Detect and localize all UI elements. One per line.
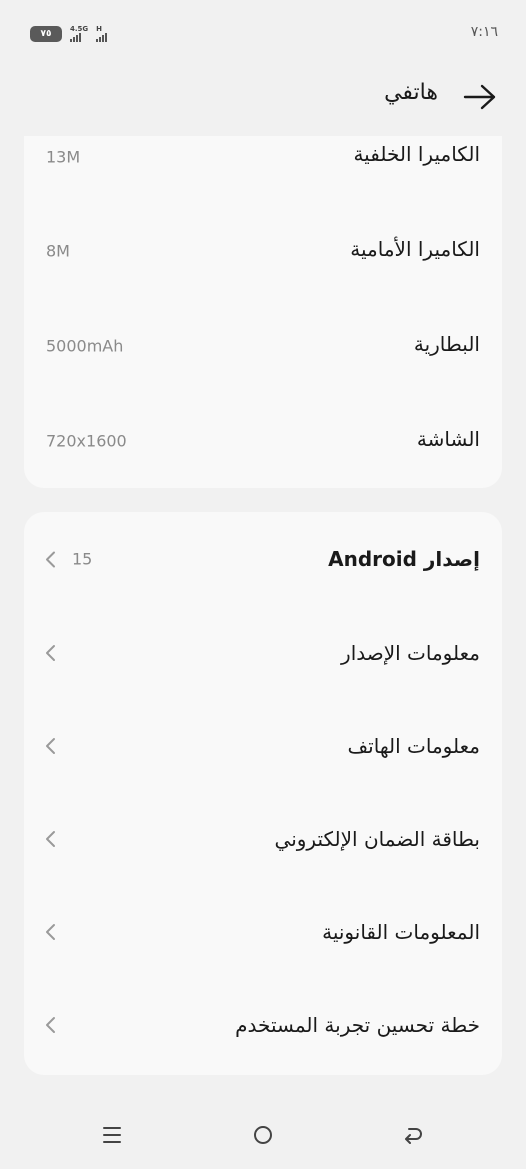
list-item-android-version[interactable]: إصدار Android 15 bbox=[24, 512, 502, 606]
list-item-label: إصدار Android bbox=[328, 547, 480, 571]
list-item-label: خطة تحسين تجربة المستخدم bbox=[235, 1012, 480, 1037]
status-time: ٧:١٦ bbox=[470, 24, 498, 40]
spec-value: 13M bbox=[46, 147, 81, 167]
signal-icon: 4.5G bbox=[70, 25, 88, 42]
spec-label: البطارية bbox=[413, 332, 480, 356]
screen: ٧٥ 4.5G H ٧:١٦ هاتفي الكاميرا الخلفية 13… bbox=[0, 0, 526, 1169]
spec-value: 720x1600 bbox=[46, 431, 127, 451]
chevron-left-icon bbox=[46, 1016, 55, 1033]
list-item-label: معلومات الإصدار bbox=[341, 640, 480, 665]
status-indicators: ٧٥ 4.5G H bbox=[30, 25, 108, 42]
spec-row-screen: الشاشة 720x1600 bbox=[24, 372, 502, 467]
spec-row-rear-camera: الكاميرا الخلفية 13M bbox=[24, 136, 502, 182]
spec-label: الكاميرا الخلفية bbox=[353, 142, 480, 166]
back-return-icon bbox=[405, 1128, 422, 1144]
recent-apps-button[interactable] bbox=[92, 1119, 132, 1151]
list-item-user-experience-plan[interactable]: خطة تحسين تجربة المستخدم bbox=[24, 978, 502, 1071]
battery-icon: ٧٥ bbox=[30, 25, 62, 42]
arrow-right-icon bbox=[463, 84, 496, 110]
system-back-button[interactable] bbox=[394, 1119, 434, 1151]
list-item-version-info[interactable]: معلومات الإصدار bbox=[24, 606, 502, 699]
network-type-2: H bbox=[96, 25, 103, 33]
chevron-left-icon bbox=[46, 551, 55, 567]
spec-row-battery: البطارية 5000mAh bbox=[24, 277, 502, 372]
list-item-legal-info[interactable]: المعلومات القانونية bbox=[24, 885, 502, 978]
back-button[interactable] bbox=[462, 80, 498, 114]
menu-card: إصدار Android 15 معلومات الإصدار معلومات… bbox=[24, 512, 502, 1075]
spec-value: 5000mAh bbox=[46, 336, 124, 356]
list-item-label: المعلومات القانونية bbox=[322, 919, 480, 944]
header: هاتفي bbox=[0, 74, 526, 120]
chevron-left-icon bbox=[46, 737, 55, 754]
spec-row-front-camera: الكاميرا الأمامية 8M bbox=[24, 182, 502, 277]
spec-label: الشاشة bbox=[416, 427, 480, 451]
android-version-value: 15 bbox=[72, 549, 93, 569]
battery-level: ٧٥ bbox=[40, 28, 52, 39]
signal-icon-2: H bbox=[96, 25, 108, 42]
specs-card: الكاميرا الخلفية 13M الكاميرا الأمامية 8… bbox=[24, 136, 502, 488]
chevron-left-icon bbox=[46, 644, 55, 661]
page-title: هاتفي bbox=[384, 80, 438, 105]
spec-value: 8M bbox=[46, 241, 70, 261]
list-item-phone-info[interactable]: معلومات الهاتف bbox=[24, 699, 502, 792]
chevron-left-icon bbox=[46, 830, 55, 847]
navigation-bar bbox=[0, 1109, 526, 1169]
status-bar: ٧٥ 4.5G H ٧:١٦ bbox=[0, 0, 526, 66]
chevron-left-icon bbox=[46, 923, 55, 940]
menu-icon bbox=[103, 1127, 121, 1143]
home-button[interactable] bbox=[243, 1119, 283, 1151]
home-circle-icon bbox=[254, 1126, 272, 1144]
list-item-label: معلومات الهاتف bbox=[347, 733, 480, 758]
network-type-1: 4.5G bbox=[70, 25, 89, 33]
spec-label: الكاميرا الأمامية bbox=[350, 237, 480, 261]
list-item-label: بطاقة الضمان الإلكتروني bbox=[274, 826, 480, 851]
list-item-e-warranty[interactable]: بطاقة الضمان الإلكتروني bbox=[24, 792, 502, 885]
